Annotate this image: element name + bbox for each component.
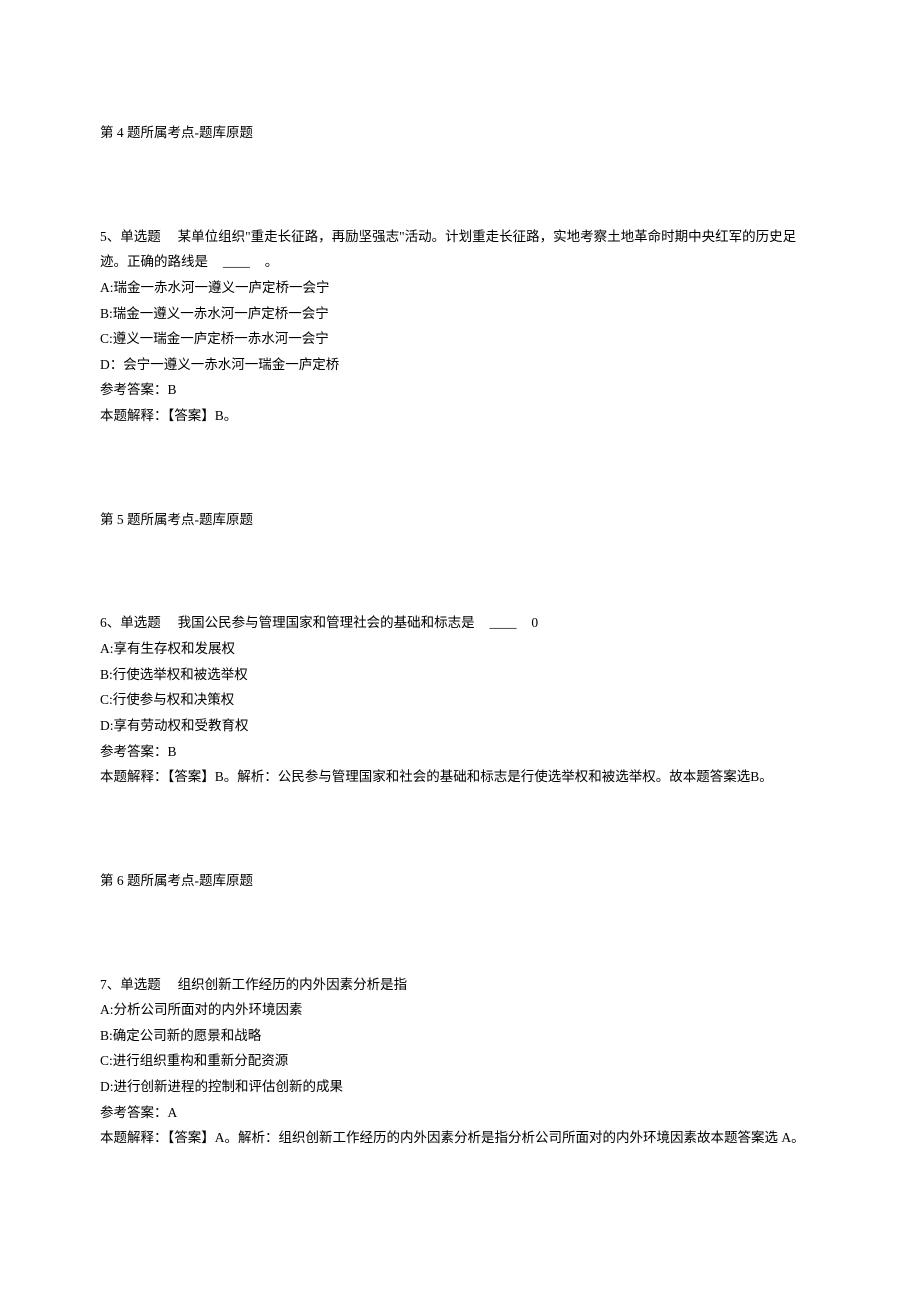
q6-stem-part1: 我国公民参与管理国家和管理社会的基础和标志是 bbox=[178, 615, 475, 630]
question-4-section: 第 4 题所属考点-题库原题 bbox=[100, 120, 820, 146]
q5-number: 5、单选题 bbox=[100, 229, 161, 244]
q7-stem: 组织创新工作经历的内外因素分析是指 bbox=[178, 977, 408, 992]
q6-stem-line: 6、单选题 我国公民参与管理国家和管理社会的基础和标志是 ____ 0 bbox=[100, 610, 820, 636]
q7-option-d: D:进行创新进程的控制和评估创新的成果 bbox=[100, 1074, 820, 1100]
question-6-section: 6、单选题 我国公民参与管理国家和管理社会的基础和标志是 ____ 0 A:享有… bbox=[100, 610, 820, 789]
q6-option-a: A:享有生存权和发展权 bbox=[100, 636, 820, 662]
q5-blank: ____ bbox=[211, 249, 261, 275]
question-5-topic: 第 5 题所属考点-题库原题 bbox=[100, 507, 820, 533]
q5-stem-part2: 。 bbox=[265, 254, 279, 269]
q6-topic-tag: 第 6 题所属考点-题库原题 bbox=[100, 868, 820, 894]
q4-topic-tag: 第 4 题所属考点-题库原题 bbox=[100, 120, 820, 146]
q5-option-b: B:瑞金一遵义一赤水河一庐定桥一会宁 bbox=[100, 301, 820, 327]
q7-option-b: B:确定公司新的愿景和战略 bbox=[100, 1023, 820, 1049]
q7-answer: 参考答案：A bbox=[100, 1100, 820, 1126]
q6-option-c: C:行使参与权和决策权 bbox=[100, 687, 820, 713]
q5-explanation: 本题解释：【答案】B。 bbox=[100, 403, 820, 429]
question-6-topic: 第 6 题所属考点-题库原题 bbox=[100, 868, 820, 894]
q6-option-d: D:享有劳动权和受教育权 bbox=[100, 713, 820, 739]
q5-option-d: D：会宁一遵义一赤水河一瑞金一庐定桥 bbox=[100, 352, 820, 378]
q6-blank: ____ bbox=[478, 610, 528, 636]
q5-answer: 参考答案：B bbox=[100, 377, 820, 403]
q5-topic-tag: 第 5 题所属考点-题库原题 bbox=[100, 507, 820, 533]
q5-stem-part1: 某单位组织"重走长征路，再励坚强志"活动。计划重走长征路，实地考察土地革命时期中… bbox=[100, 229, 796, 270]
q7-explanation: 本题解释：【答案】A。解析：组织创新工作经历的内外因素分析是指分析公司所面对的内… bbox=[100, 1125, 820, 1151]
q5-stem-line: 5、单选题 某单位组织"重走长征路，再励坚强志"活动。计划重走长征路，实地考察土… bbox=[100, 224, 820, 275]
q6-explanation: 本题解释：【答案】B。解析：公民参与管理国家和社会的基础和标志是行使选举权和被选… bbox=[100, 764, 820, 790]
q6-option-b: B:行使选举权和被选举权 bbox=[100, 662, 820, 688]
question-5-section: 5、单选题 某单位组织"重走长征路，再励坚强志"活动。计划重走长征路，实地考察土… bbox=[100, 224, 820, 429]
q5-option-a: A:瑞金一赤水河一遵义一庐定桥一会宁 bbox=[100, 275, 820, 301]
question-7-section: 7、单选题 组织创新工作经历的内外因素分析是指 A:分析公司所面对的内外环境因素… bbox=[100, 972, 820, 1151]
q7-stem-line: 7、单选题 组织创新工作经历的内外因素分析是指 bbox=[100, 972, 820, 998]
q6-number: 6、单选题 bbox=[100, 615, 161, 630]
q7-option-c: C:进行组织重构和重新分配资源 bbox=[100, 1048, 820, 1074]
q7-option-a: A:分析公司所面对的内外环境因素 bbox=[100, 997, 820, 1023]
q5-option-c: C:遵义一瑞金一庐定桥一赤水河一会宁 bbox=[100, 326, 820, 352]
q7-number: 7、单选题 bbox=[100, 977, 161, 992]
document-page: 第 4 题所属考点-题库原题 5、单选题 某单位组织"重走长征路，再励坚强志"活… bbox=[0, 0, 920, 1301]
q6-stem-part2: 0 bbox=[531, 615, 538, 630]
q6-answer: 参考答案：B bbox=[100, 739, 820, 765]
